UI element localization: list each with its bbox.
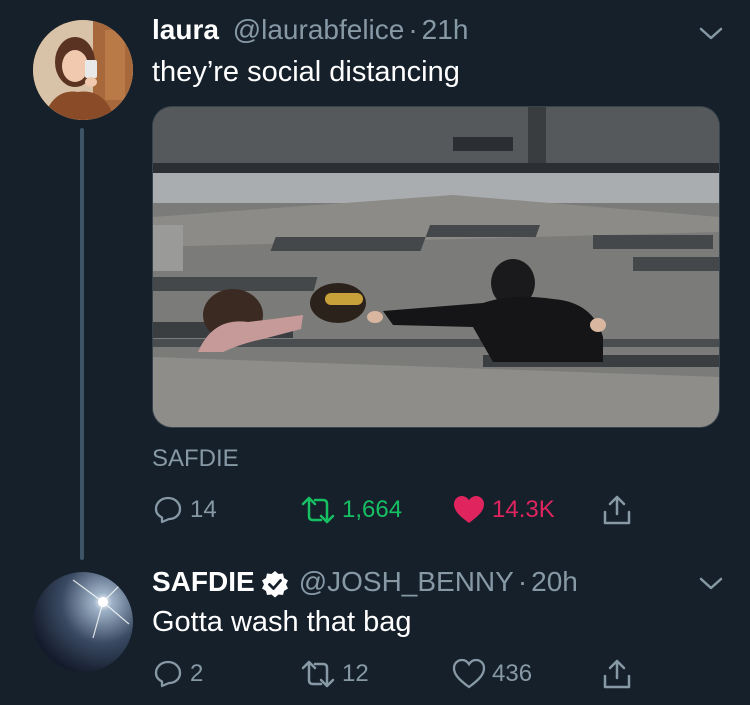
tweet-actions: 2 12 436 bbox=[152, 654, 712, 694]
reply-button[interactable]: 14 bbox=[152, 490, 217, 530]
tweet-media-image[interactable] bbox=[152, 106, 720, 428]
separator-dot: · bbox=[517, 566, 528, 597]
tweet-text: Gotta wash that bag bbox=[152, 606, 412, 638]
retweet-count: 1,664 bbox=[342, 496, 403, 523]
tweet-text: they’re social distancing bbox=[152, 56, 460, 88]
avatar-photo bbox=[33, 572, 133, 672]
share-icon bbox=[603, 659, 631, 689]
like-icon bbox=[452, 658, 486, 689]
user-handle[interactable]: @laurabfelice bbox=[233, 14, 405, 45]
retweet-icon bbox=[301, 496, 335, 524]
tweet-header: laura @laurabfelice · 21h bbox=[152, 14, 468, 46]
verified-badge-icon bbox=[261, 570, 288, 598]
reply-button[interactable]: 2 bbox=[152, 654, 203, 694]
avatar-photo bbox=[33, 20, 133, 120]
share-icon bbox=[603, 495, 631, 525]
retweet-button[interactable]: 1,664 bbox=[300, 490, 402, 530]
media-source-label[interactable]: SAFDIE bbox=[152, 445, 239, 473]
like-count: 14.3K bbox=[492, 496, 555, 523]
separator-dot: · bbox=[408, 14, 418, 45]
reply-count: 2 bbox=[190, 660, 204, 687]
share-button[interactable] bbox=[600, 654, 634, 694]
chevron-down-icon[interactable] bbox=[696, 574, 726, 594]
share-button[interactable] bbox=[600, 490, 634, 530]
display-name[interactable]: laura bbox=[152, 14, 219, 45]
reply-icon bbox=[154, 660, 182, 688]
tweet-actions: 14 1,664 14.3K bbox=[152, 490, 712, 530]
chevron-down-icon[interactable] bbox=[696, 24, 726, 44]
tweet-header: SAFDIE @JOSH_BENNY · 20h bbox=[152, 566, 578, 598]
retweet-count: 12 bbox=[342, 660, 369, 687]
tweet-safdie[interactable]: SAFDIE @JOSH_BENNY · 20h Gotta wash that b… bbox=[0, 560, 750, 705]
user-handle[interactable]: @JOSH_BENNY bbox=[299, 566, 514, 597]
retweet-button[interactable]: 12 bbox=[300, 654, 369, 694]
reply-icon bbox=[154, 496, 182, 524]
reply-count: 14 bbox=[190, 496, 217, 523]
avatar[interactable] bbox=[33, 20, 133, 120]
tweet-time[interactable]: 21h bbox=[422, 14, 469, 45]
retweet-icon bbox=[301, 660, 335, 688]
like-button[interactable]: 436 bbox=[452, 654, 532, 694]
like-icon bbox=[454, 496, 484, 523]
like-button[interactable]: 14.3K bbox=[452, 490, 555, 530]
tweet-time[interactable]: 20h bbox=[531, 566, 578, 597]
like-count: 436 bbox=[492, 660, 533, 687]
avatar[interactable] bbox=[33, 572, 133, 672]
tweet-laura[interactable]: laura @laurabfelice · 21h they’re social d… bbox=[0, 0, 750, 560]
media-scene-illustration bbox=[153, 107, 719, 427]
display-name[interactable]: SAFDIE bbox=[152, 566, 255, 597]
